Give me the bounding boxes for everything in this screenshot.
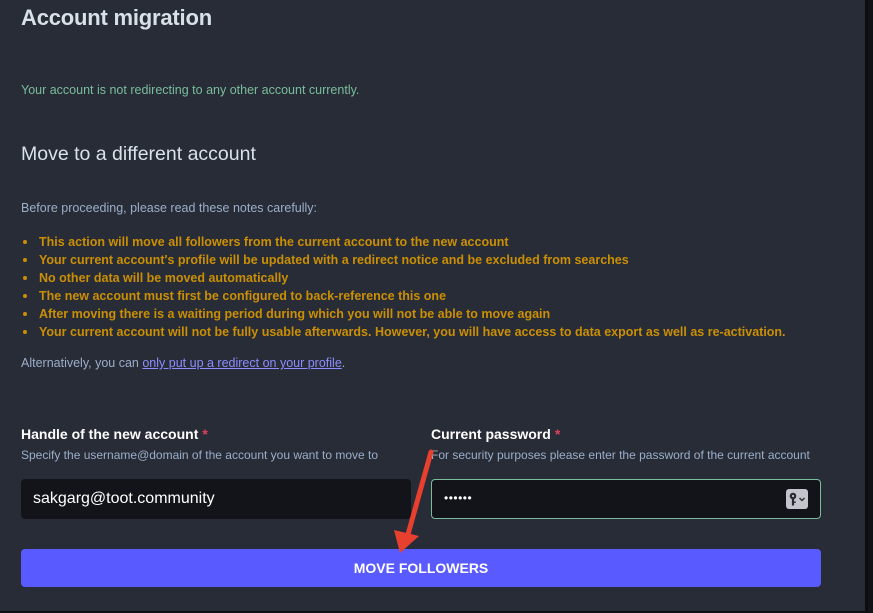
required-marker: * [554, 426, 561, 442]
migration-note: The new account must first be configured… [21, 287, 786, 305]
alternative-suffix: . [341, 356, 346, 370]
migration-note: No other data will be moved automaticall… [21, 269, 786, 287]
settings-panel: Account migration Your account is not re… [0, 0, 868, 612]
alternative-prefix: Alternatively, you can [21, 356, 143, 370]
redirect-status-message: Your account is not redirecting to any o… [21, 83, 360, 97]
migration-note: Your current account's profile will be u… [21, 251, 786, 269]
migration-note: Your current account will not be fully u… [21, 323, 786, 341]
migration-note: This action will move all followers from… [21, 233, 786, 251]
password-input[interactable]: •••••• [431, 479, 821, 519]
handle-label-text: Handle of the new account [21, 426, 199, 442]
required-marker: * [202, 426, 208, 442]
password-manager-key-icon[interactable] [786, 489, 808, 509]
notes-intro: Before proceeding, please read these not… [21, 201, 318, 215]
page-title: Account migration [21, 5, 212, 30]
redirect-profile-link[interactable]: only put up a redirect on your profile [142, 356, 341, 370]
move-followers-button[interactable]: MOVE FOLLOWERS [21, 549, 821, 587]
password-label-text: Current password [431, 426, 551, 442]
handle-label: Handle of the new account * [21, 426, 208, 442]
password-label: Current password * [431, 426, 560, 442]
section-title: Move to a different account [21, 143, 256, 165]
migration-notes-list: This action will move all followers from… [21, 233, 786, 341]
key-icon [789, 492, 805, 506]
handle-hint: Specify the username@domain of the accou… [21, 448, 379, 462]
handle-input[interactable]: sakgarg@toot.community [21, 479, 411, 519]
handle-input-value: sakgarg@toot.community [33, 490, 215, 507]
password-hint: For security purposes please enter the p… [431, 448, 810, 462]
password-input-value: •••••• [444, 491, 473, 505]
migration-note: After moving there is a waiting period d… [21, 305, 786, 323]
alternative-text: Alternatively, you can only put up a red… [21, 356, 345, 370]
